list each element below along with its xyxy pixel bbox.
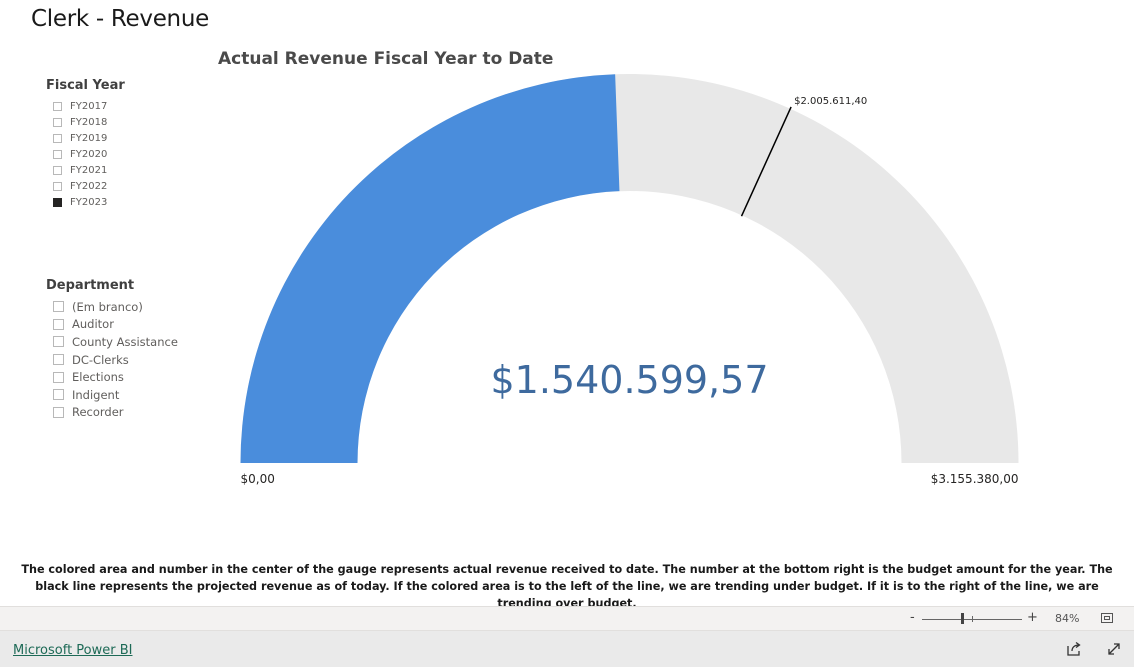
zoom-slider-tick — [972, 616, 973, 622]
share-icon[interactable] — [1066, 641, 1082, 657]
gauge-target-label: $2.005.611,40 — [794, 96, 867, 107]
zoom-in-button[interactable]: + — [1027, 610, 1038, 625]
revenue-gauge: $2.005.611,40 $1.540.599,57 $0,00 $3.155.38… — [240, 73, 1019, 486]
zoom-bar: - + 84% — [0, 606, 1134, 631]
zoom-out-button[interactable]: - — [910, 610, 915, 625]
footer-bar: Microsoft Power BI — [0, 631, 1134, 667]
zoom-slider-thumb[interactable] — [961, 613, 964, 624]
zoom-level: 84% — [1055, 612, 1080, 625]
gauge-value-label: $1.540.599,57 — [490, 358, 768, 402]
gauge-min-label: $0,00 — [241, 472, 275, 486]
gauge-max-label: $3.155.380,00 — [931, 472, 1019, 486]
power-bi-link[interactable]: Microsoft Power BI — [13, 643, 132, 658]
expand-icon[interactable] — [1106, 641, 1122, 657]
fit-to-page-icon[interactable] — [1101, 613, 1113, 623]
gauge-explanation-text: The colored area and number in the cente… — [21, 563, 1113, 610]
gauge-value-fill[interactable] — [240, 74, 620, 464]
